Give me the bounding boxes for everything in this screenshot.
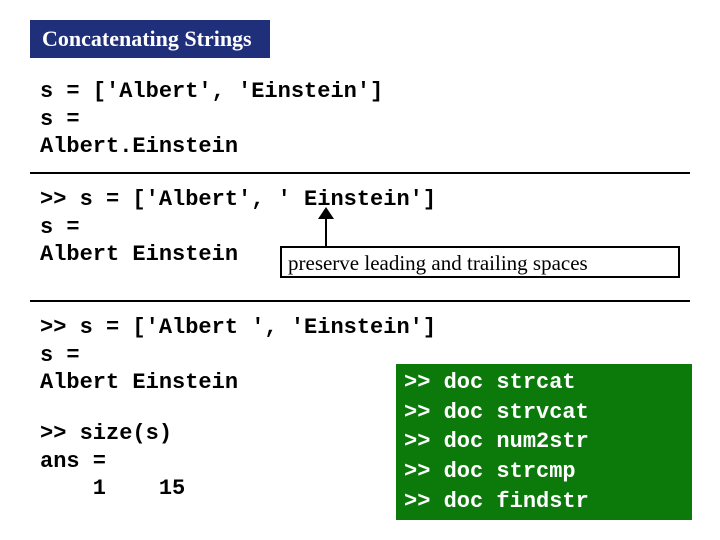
arrow-up-icon [316, 207, 336, 247]
code-block-1: s = ['Albert', 'Einstein'] s = Albert.Ei… [40, 78, 383, 161]
divider-2 [30, 300, 690, 302]
doc-commands-box: >> doc strcat >> doc strvcat >> doc num2… [396, 364, 692, 520]
divider-1 [30, 172, 690, 174]
annotation-box: preserve leading and trailing spaces [280, 246, 680, 278]
slide-title: Concatenating Strings [30, 20, 270, 58]
code-block-4: >> size(s) ans = 1 15 [40, 420, 185, 503]
code-block-3: >> s = ['Albert ', 'Einstein'] s = Alber… [40, 314, 436, 397]
